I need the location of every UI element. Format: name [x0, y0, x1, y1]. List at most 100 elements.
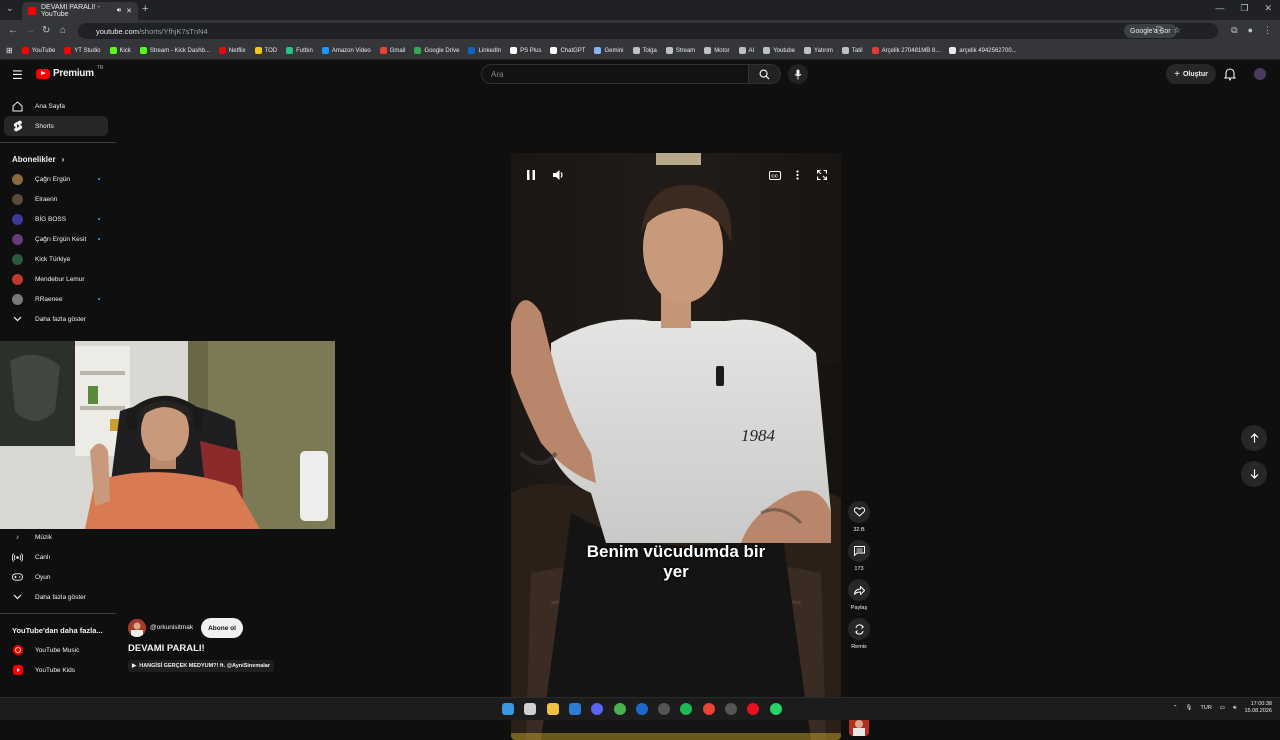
mail-icon[interactable]	[568, 703, 581, 715]
extensions-icon[interactable]: ⧉	[1231, 25, 1237, 36]
sidebar-item-live[interactable]: Canlı	[0, 547, 116, 567]
bookmark-item[interactable]: Tolga	[632, 47, 657, 54]
channel-avatar[interactable]	[128, 619, 146, 637]
shorts-player[interactable]: 1984 CC Benim vücudumda bir yer	[511, 153, 841, 740]
pause-button[interactable]	[527, 167, 535, 185]
remix-button[interactable]	[848, 618, 870, 640]
clock[interactable]: 17:00:38 15.08.2026	[1244, 701, 1272, 715]
voice-search-button[interactable]	[788, 64, 808, 84]
subscription-item[interactable]: BİG BOSS	[0, 209, 116, 229]
show-more-button[interactable]: Daha fazla göster	[0, 309, 116, 329]
chrome-profile-icon[interactable]	[702, 703, 715, 715]
bookmark-item[interactable]: ChatGPT	[550, 47, 585, 54]
bookmark-item[interactable]: Google Drive	[414, 47, 459, 54]
volume-button[interactable]	[553, 167, 564, 185]
terminal-icon[interactable]	[658, 703, 671, 715]
minimize-button[interactable]: —	[1215, 3, 1224, 14]
tab-audio-icon[interactable]: 🔊︎	[117, 7, 121, 15]
subscriptions-heading[interactable]: Abonelikler ›	[0, 149, 116, 169]
subscription-item[interactable]: Mendebur Lemur	[0, 269, 116, 289]
bookmark-item[interactable]: Stream - Kick Dashb...	[139, 47, 210, 54]
language-indicator[interactable]: TUR	[1200, 705, 1211, 711]
bookmark-item[interactable]: Netflix	[218, 47, 246, 54]
share-button[interactable]	[848, 579, 870, 601]
microphone-tray-icon[interactable]: 🎙︎	[1186, 705, 1193, 711]
youtube-premium-logo[interactable]: Premium TR	[36, 65, 103, 79]
subscription-item[interactable]: RRaenee	[0, 289, 116, 309]
profile-icon[interactable]: ●	[1248, 25, 1253, 36]
sidebar-item-shorts[interactable]: Shorts	[4, 116, 108, 136]
forward-icon[interactable]: →	[25, 25, 35, 36]
start-icon[interactable]	[502, 703, 514, 715]
bookmark-item[interactable]: Gemini	[594, 47, 624, 54]
account-avatar[interactable]	[1254, 68, 1266, 80]
bookmark-item[interactable]: arçelik 4942562700...	[949, 47, 1017, 54]
notifications-bell-icon[interactable]	[1224, 67, 1236, 81]
url-field[interactable]: youtube.com/shorts/YfhjK7sTnN4	[78, 23, 1218, 39]
bookmark-item[interactable]: Gmail	[379, 47, 405, 54]
tab-close-icon[interactable]: ✕	[126, 7, 132, 15]
bookmark-item[interactable]: Arçelik 270481MB 8...	[871, 47, 940, 54]
restore-button[interactable]: ❐	[1240, 3, 1248, 14]
menu-icon[interactable]: ☰	[12, 68, 23, 82]
discord-icon[interactable]	[591, 703, 604, 715]
bookmark-item[interactable]: LinkedIn	[468, 47, 501, 54]
search-icon[interactable]	[524, 703, 537, 715]
speaker-icon[interactable]: 🔊︎	[1233, 705, 1236, 712]
home-icon[interactable]: ⌂	[60, 25, 66, 36]
bookmark-item[interactable]: Youtube	[763, 47, 795, 54]
next-short-button[interactable]	[1241, 461, 1267, 487]
bookmark-item[interactable]: PS Plus	[510, 47, 541, 54]
sidebar-item-youtube-music[interactable]: YouTube Music	[0, 640, 116, 660]
fullscreen-button[interactable]	[816, 167, 828, 185]
related-video-link[interactable]: ▶ HANGİSİ GERÇEK MEDYUM?! ft. @AyniSinem…	[128, 660, 274, 672]
new-tab-button[interactable]: +	[142, 3, 148, 15]
previous-short-button[interactable]	[1241, 425, 1267, 451]
subscription-item[interactable]: Çağrı Ergün Kesit	[0, 229, 116, 249]
bookmark-item[interactable]: YouTube	[21, 47, 55, 54]
search-button[interactable]	[749, 64, 781, 84]
reload-icon[interactable]: ↻	[42, 25, 50, 36]
opera-icon[interactable]	[747, 703, 760, 715]
subscribe-button[interactable]: Abone ol	[201, 618, 243, 638]
subscription-item[interactable]: Çağrı Ergün	[0, 169, 116, 189]
bookmark-item[interactable]: Futbin	[286, 47, 313, 54]
close-window-button[interactable]: ✕	[1264, 3, 1272, 14]
tray-chevron-icon[interactable]: ⌃	[1173, 705, 1178, 711]
bookmark-star-icon[interactable]: ☆	[1173, 25, 1181, 36]
bookmark-item[interactable]: Stream	[665, 47, 695, 54]
show-more-button-2[interactable]: Daha fazla göster	[0, 587, 116, 607]
steam-icon[interactable]	[635, 703, 648, 715]
bookmark-item[interactable]: Motor	[704, 47, 730, 54]
file-explorer-icon[interactable]	[546, 703, 559, 715]
browser-menu-icon[interactable]: ⋮	[1263, 25, 1272, 36]
apps-grid-icon[interactable]: ⊞	[6, 46, 13, 55]
whatsapp-icon[interactable]	[769, 703, 782, 715]
like-button[interactable]	[848, 501, 870, 523]
spotify-icon[interactable]	[680, 703, 693, 715]
search-input[interactable]: Ara	[481, 64, 749, 84]
more-options-button[interactable]	[796, 167, 799, 185]
install-icon[interactable]: ⎘	[1156, 25, 1163, 36]
subscription-item[interactable]: Elraenn	[0, 189, 116, 209]
bookmark-item[interactable]: Tatil	[841, 47, 863, 54]
bookmark-item[interactable]: Amazon Video	[321, 47, 371, 54]
sidebar-item-music[interactable]: ♪ Müzik	[0, 527, 116, 547]
bookmark-item[interactable]: AI	[738, 47, 754, 54]
sidebar-item-home[interactable]: Ana Sayfa	[0, 96, 116, 116]
sidebar-item-gaming[interactable]: Oyun	[0, 567, 116, 587]
captions-button[interactable]: CC	[769, 167, 781, 185]
chrome-icon[interactable]	[613, 703, 626, 715]
back-icon[interactable]: ←	[8, 25, 18, 36]
bookmark-item[interactable]: TOD	[254, 47, 277, 54]
bookmark-item[interactable]: Kick	[109, 47, 131, 54]
app-icon[interactable]	[725, 703, 737, 715]
bookmark-item[interactable]: YT Studio	[64, 47, 101, 54]
sidebar-item-youtube-kids[interactable]: YouTube Kids	[0, 660, 116, 680]
comments-button[interactable]	[848, 540, 870, 562]
subscription-item[interactable]: Kick Türkiye	[0, 249, 116, 269]
channel-name[interactable]: @orkunisitmak	[150, 624, 193, 631]
network-icon[interactable]: ▭	[1220, 705, 1225, 711]
create-button[interactable]: + Oluştur	[1166, 64, 1216, 84]
tab-search-icon[interactable]: ⌄	[6, 3, 14, 14]
